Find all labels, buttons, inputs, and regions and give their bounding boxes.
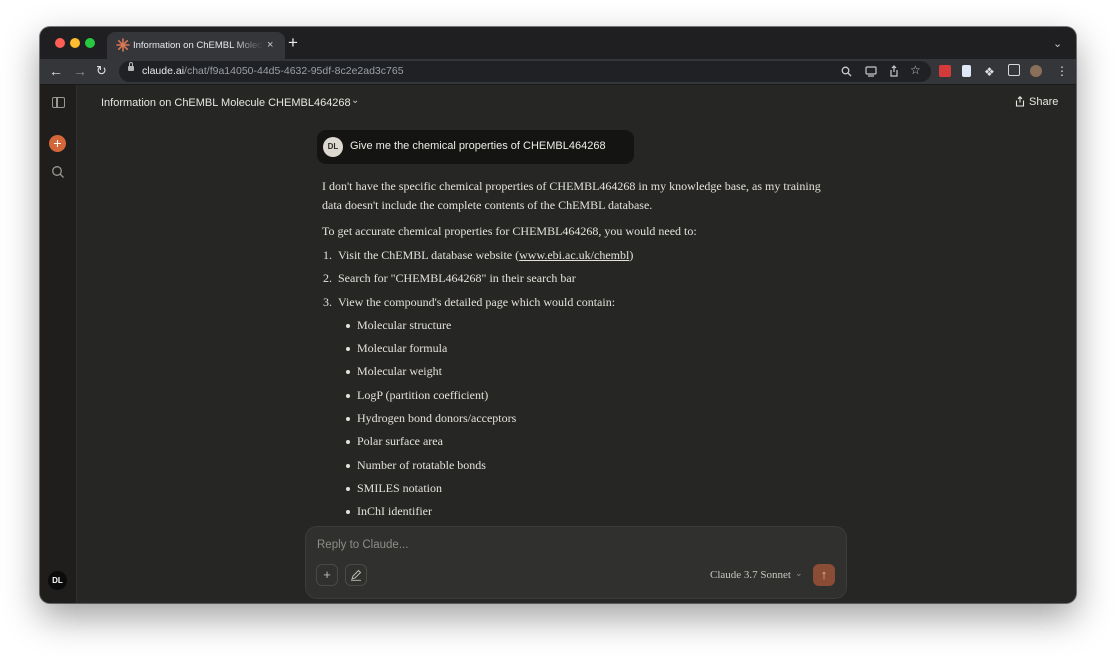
model-selector[interactable]: Claude 3.7 Sonnet	[710, 569, 791, 581]
left-sidebar: + DL	[40, 85, 77, 603]
user-message: DL Give me the chemical properties of CH…	[317, 130, 634, 164]
send-button[interactable]: ↑	[813, 564, 835, 586]
tab-close-icon[interactable]: ×	[267, 38, 273, 52]
profile-icon[interactable]	[1030, 65, 1042, 77]
avatar: DL	[323, 137, 343, 157]
share-label: Share	[1029, 96, 1059, 108]
list-item: Molecular structure	[322, 316, 822, 335]
new-tab-button[interactable]: +	[288, 34, 298, 52]
reload-icon[interactable]: ↻	[96, 63, 107, 79]
list-item: LogP (partition coefficient)	[322, 386, 822, 405]
list-item: Molecular weight	[322, 362, 822, 381]
sidepanel-icon[interactable]	[1008, 64, 1020, 76]
extension-red-icon[interactable]	[939, 65, 951, 77]
style-button[interactable]	[345, 564, 367, 586]
reply-input[interactable]: Reply to Claude...	[317, 539, 408, 551]
browser-tab-active[interactable]: Information on ChEMBL Molecule CHEMBL464…	[107, 32, 285, 59]
bookmark-star-icon[interactable]: ☆	[910, 63, 921, 77]
list-item: Molecular formula	[322, 339, 822, 358]
list-item: Number of rotatable bonds	[322, 456, 822, 475]
chembl-link[interactable]: www.ebi.ac.uk/chembl	[519, 248, 629, 262]
list-item: Hydrogen bond donors/acceptors	[322, 409, 822, 428]
list-item: SMILES notation	[322, 479, 822, 498]
browser-window: Information on ChEMBL Molecule CHEMBL464…	[40, 27, 1076, 603]
maximize-window-button[interactable]	[85, 38, 95, 48]
list-item: 2. Search for "CHEMBL464268" in their sea…	[323, 271, 576, 285]
forward-icon[interactable]: →	[73, 63, 87, 79]
reply-composer: Reply to Claude... + Claude 3.7 Sonnet ⌄…	[305, 526, 847, 599]
url-text: claude.ai/chat/f9a14050-44d5-4632-95df-8…	[142, 65, 404, 77]
list-item: 1. Visit the ChEMBL database website (www…	[323, 247, 634, 262]
pen-icon	[351, 569, 362, 581]
minimize-window-button[interactable]	[70, 38, 80, 48]
new-chat-icon[interactable]: +	[49, 135, 66, 152]
search-chats-icon[interactable]	[51, 165, 65, 179]
steps-list: 1. Visit the ChEMBL database website (www…	[322, 246, 822, 312]
list-item: Polar surface area	[322, 432, 822, 451]
user-avatar[interactable]: DL	[48, 571, 67, 590]
list-item: 3. View the compound's detailed page whic…	[323, 294, 616, 309]
zoom-icon[interactable]	[841, 66, 852, 77]
share-icon	[1015, 96, 1025, 107]
chevron-down-icon[interactable]: ⌄	[351, 95, 359, 106]
attach-button[interactable]: +	[316, 564, 338, 586]
reply-paragraph: To get accurate chemical properties for …	[322, 224, 697, 238]
assistant-message: I don't have the specific chemical prope…	[322, 177, 822, 521]
extensions-icon[interactable]: ❖	[984, 64, 995, 80]
share-page-icon[interactable]	[889, 65, 899, 77]
address-bar[interactable]: claude.ai/chat/f9a14050-44d5-4632-95df-8…	[119, 61, 931, 82]
menu-icon[interactable]: ⋮	[1056, 63, 1068, 79]
tab-strip: Information on ChEMBL Molecule CHEMBL464…	[40, 27, 1076, 59]
reply-paragraph: I don't have the specific chemical prope…	[322, 179, 821, 212]
claude-favicon-icon	[116, 38, 130, 52]
sidebar-toggle-icon[interactable]	[52, 97, 65, 108]
chevron-down-icon[interactable]: ⌄	[795, 568, 803, 579]
extension-doc-icon[interactable]	[962, 65, 971, 77]
close-window-button[interactable]	[55, 38, 65, 48]
browser-toolbar: ← → ↻ claude.ai/chat/f9a14050-44d5-4632-…	[40, 59, 1076, 85]
list-item: InChI identifier	[322, 502, 822, 521]
install-icon[interactable]	[865, 66, 877, 77]
properties-list: Molecular structure Molecular formula Mo…	[322, 316, 822, 521]
back-icon[interactable]: ←	[49, 63, 63, 79]
lock-icon	[128, 62, 134, 71]
claude-app: + DL Information on ChEMBL Molecule CHEM…	[40, 85, 1076, 603]
user-message-text: Give me the chemical properties of CHEMB…	[350, 140, 606, 152]
chat-title[interactable]: Information on ChEMBL Molecule CHEMBL464…	[101, 97, 351, 109]
tab-search-chevron-icon[interactable]: ⌄	[1053, 37, 1062, 50]
